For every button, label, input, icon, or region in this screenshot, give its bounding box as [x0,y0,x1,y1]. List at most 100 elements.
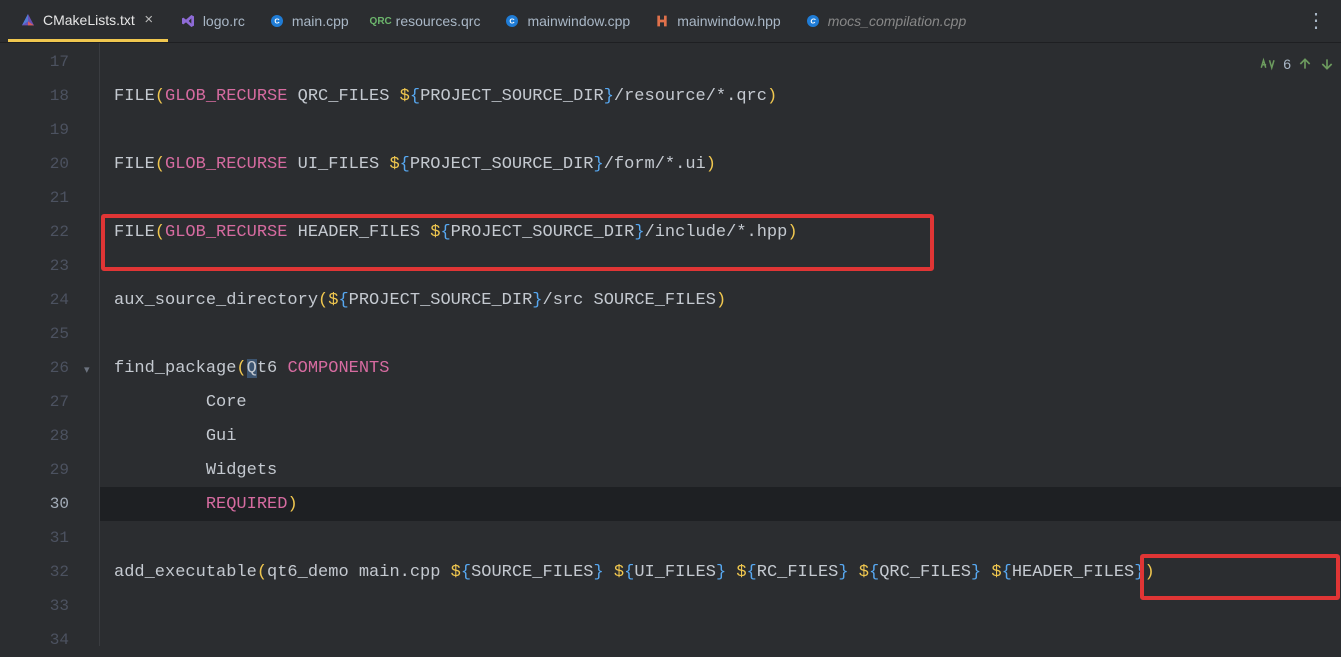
line-number[interactable]: 34 [0,623,99,657]
cpp-icon: C [805,13,821,29]
line-number[interactable]: 32 [0,555,99,589]
code-token: qt6_demo main.cpp [267,563,451,582]
line-number[interactable]: 25 [0,317,99,351]
code-token: QRC_FILES [287,87,399,106]
code-line[interactable]: Gui [100,419,1341,453]
code-token: Q [247,359,257,378]
code-token: RC_FILES [757,563,839,582]
cpp-icon: C [269,13,285,29]
code-token: /src SOURCE_FILES [543,291,716,310]
code-token: } [604,87,614,106]
code-token: HEADER_FILES [287,223,430,242]
code-line[interactable] [100,181,1341,215]
line-number[interactable]: 28 [0,419,99,453]
code-token: /form/*.ui [604,155,706,174]
code-line[interactable]: add_executable(qt6_demo main.cpp ${SOURC… [100,555,1341,589]
tab-bar: CMakeLists.txt×logo.rcCmain.cppQRCresour… [0,0,1341,43]
tab-main-cpp[interactable]: Cmain.cpp [257,0,361,42]
editor: 17181920212223242526▾2728293031323334 6 … [0,43,1341,646]
code-token: { [747,563,757,582]
line-number[interactable]: 31 [0,521,99,555]
line-number[interactable]: 33 [0,589,99,623]
tab-resources-qrc[interactable]: QRCresources.qrc [361,0,493,42]
code-line[interactable] [100,45,1341,79]
code-line[interactable]: FILE(GLOB_RECURSE UI_FILES ${PROJECT_SOU… [100,147,1341,181]
code-token [726,563,736,582]
code-token: $ [328,291,338,310]
code-line[interactable]: FILE(GLOB_RECURSE HEADER_FILES ${PROJECT… [100,215,1341,249]
line-number[interactable]: 30 [0,487,99,521]
code-token: PROJECT_SOURCE_DIR [451,223,635,242]
line-number[interactable]: 18 [0,79,99,113]
line-number[interactable]: 17 [0,45,99,79]
code-token: COMPONENTS [287,359,389,378]
code-line[interactable] [100,317,1341,351]
svg-text:C: C [810,17,816,26]
cpp-icon: C [504,13,520,29]
code-token: $ [614,563,624,582]
code-token: $ [451,563,461,582]
tab-mainwindow-hpp[interactable]: mainwindow.hpp [642,0,793,42]
code-token: } [838,563,848,582]
code-area[interactable]: 6 FILE(GLOB_RECURSE QRC_FILES ${PROJECT_… [100,43,1341,646]
code-line[interactable] [100,249,1341,283]
code-token: $ [991,563,1001,582]
code-token: /resource/*.qrc [614,87,767,106]
code-token: { [440,223,450,242]
code-line[interactable] [100,521,1341,555]
tab-mainwindow-cpp[interactable]: Cmainwindow.cpp [492,0,642,42]
code-line[interactable] [100,623,1341,657]
line-number[interactable]: 23 [0,249,99,283]
code-token: SOURCE_FILES [471,563,593,582]
code-line[interactable]: aux_source_directory(${PROJECT_SOURCE_DI… [100,283,1341,317]
tab-logo-rc[interactable]: logo.rc [168,0,257,42]
close-icon[interactable]: × [142,13,156,27]
code-token: GLOB_RECURSE [165,155,287,174]
line-number[interactable]: 27 [0,385,99,419]
line-number[interactable]: 21 [0,181,99,215]
tab-mocs_compilation-cpp[interactable]: Cmocs_compilation.cpp [793,0,979,42]
code-token: { [400,155,410,174]
code-token: } [971,563,981,582]
code-token: FILE [114,155,155,174]
code-token: { [869,563,879,582]
code-token: GLOB_RECURSE [165,223,287,242]
code-token: ( [318,291,328,310]
code-token: } [532,291,542,310]
tab-overflow-icon[interactable]: ⋮ [1292,0,1341,42]
code-line[interactable]: REQUIRED) [100,487,1341,521]
line-number[interactable]: 24 [0,283,99,317]
code-line[interactable] [100,113,1341,147]
code-token: PROJECT_SOURCE_DIR [349,291,533,310]
line-number[interactable]: 29 [0,453,99,487]
code-line[interactable] [100,589,1341,623]
hpp-icon [654,13,670,29]
code-token: aux_source_directory [114,291,318,310]
code-token: ) [767,87,777,106]
code-token: } [716,563,726,582]
fold-icon[interactable]: ▾ [84,363,90,377]
line-number[interactable]: 20 [0,147,99,181]
code-token: { [461,563,471,582]
code-line[interactable]: FILE(GLOB_RECURSE QRC_FILES ${PROJECT_SO… [100,79,1341,113]
code-token: ) [287,495,297,514]
code-line[interactable]: Core [100,385,1341,419]
line-number[interactable]: 19 [0,113,99,147]
code-token: } [634,223,644,242]
line-number[interactable]: 22 [0,215,99,249]
code-line[interactable]: Widgets [100,453,1341,487]
code-token: add_executable [114,563,257,582]
code-token: REQUIRED [206,495,288,514]
code-token: PROJECT_SOURCE_DIR [410,155,594,174]
code-token: ( [236,359,246,378]
code-token: ) [787,223,797,242]
tab-label: resources.qrc [396,13,481,29]
code-token: { [1002,563,1012,582]
code-token: ) [706,155,716,174]
svg-text:C: C [274,17,280,26]
code-token: UI_FILES [287,155,389,174]
code-token: QRC_FILES [879,563,971,582]
tab-cmakelists-txt[interactable]: CMakeLists.txt× [8,0,168,42]
code-token: { [338,291,348,310]
code-line[interactable]: find_package(Qt6 COMPONENTS [100,351,1341,385]
